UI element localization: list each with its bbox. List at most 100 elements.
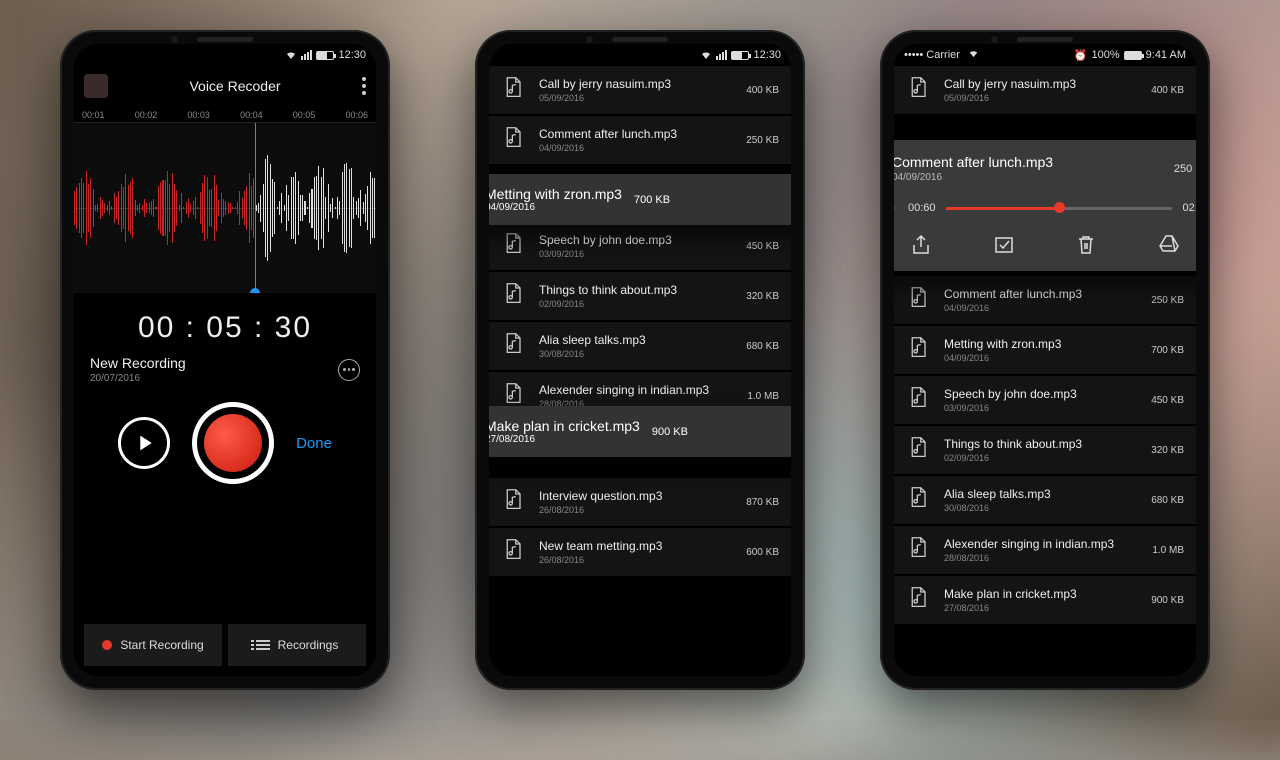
file-name: Speech by john doe.mp3 bbox=[944, 387, 1141, 401]
file-row[interactable]: New team metting.mp326/08/2016600 KB bbox=[489, 528, 791, 576]
status-bar: ••••• Carrier ⏰ 100% 9:41 AM bbox=[894, 44, 1196, 66]
file-date: 26/08/2016 bbox=[539, 505, 736, 515]
music-file-icon bbox=[906, 284, 934, 316]
file-row[interactable]: Speech by john doe.mp303/09/2016450 KB bbox=[489, 222, 791, 270]
file-size: 700 KB bbox=[634, 194, 670, 206]
select-icon[interactable] bbox=[993, 233, 1015, 255]
file-size: 680 KB bbox=[746, 341, 779, 352]
file-row[interactable]: Comment after lunch.mp304/09/2016250 KB bbox=[894, 276, 1196, 324]
file-row-highlight[interactable]: Metting with zron.mp3 04/09/2016 700 KB bbox=[489, 174, 791, 225]
file-date: 03/09/2016 bbox=[944, 403, 1141, 413]
file-size: 450 KB bbox=[746, 241, 779, 252]
file-row[interactable]: Alexender singing in indian.mp328/08/201… bbox=[894, 526, 1196, 574]
music-file-icon bbox=[501, 330, 529, 362]
status-time: 12:30 bbox=[753, 49, 781, 61]
file-size: 680 KB bbox=[1151, 495, 1184, 506]
tab-start-recording[interactable]: Start Recording bbox=[84, 624, 222, 666]
file-row[interactable]: Things to think about.mp302/09/2016320 K… bbox=[894, 426, 1196, 474]
overflow-menu-icon[interactable] bbox=[362, 77, 366, 95]
status-time: 12:30 bbox=[338, 49, 366, 61]
done-button[interactable]: Done bbox=[296, 435, 332, 452]
file-name: Comment after lunch.mp3 bbox=[944, 287, 1141, 301]
time-ruler: 00:0100:0200:0300:0400:0500:06 bbox=[74, 106, 376, 123]
file-date: 30/08/2016 bbox=[944, 503, 1141, 513]
file-size: 900 KB bbox=[652, 426, 688, 438]
time-total: 02:30 bbox=[1182, 202, 1196, 214]
file-row[interactable]: Alia sleep talks.mp330/08/2016680 KB bbox=[489, 322, 791, 370]
record-button[interactable] bbox=[192, 402, 274, 484]
wifi-icon bbox=[285, 49, 297, 61]
tab-start-label: Start Recording bbox=[120, 638, 203, 652]
file-date: 04/09/2016 bbox=[539, 143, 736, 153]
file-name: New team metting.mp3 bbox=[539, 539, 736, 553]
battery-icon bbox=[1124, 51, 1142, 60]
more-options-icon[interactable] bbox=[338, 359, 360, 381]
file-row[interactable]: Call by jerry nasuim.mp305/09/2016400 KB bbox=[489, 66, 791, 114]
waveform[interactable] bbox=[74, 123, 376, 293]
battery-icon bbox=[316, 51, 334, 60]
file-date: 27/08/2016 bbox=[944, 603, 1141, 613]
file-size: 900 KB bbox=[1151, 595, 1184, 606]
trash-icon[interactable] bbox=[1075, 233, 1097, 255]
alarm-icon: ⏰ bbox=[1074, 49, 1088, 62]
phone-file-list: 12:30 Call by jerry nasuim.mp3 05/09/2016… bbox=[475, 30, 805, 690]
file-name: Alexender singing in indian.mp3 bbox=[539, 383, 737, 397]
file-name: Alexender singing in indian.mp3 bbox=[944, 537, 1142, 551]
recording-date: 20/07/2016 bbox=[90, 373, 186, 384]
file-name: Call by jerry nasuim.mp3 bbox=[539, 77, 736, 91]
file-row[interactable]: Metting with zron.mp304/09/2016700 KB bbox=[894, 326, 1196, 374]
music-file-icon bbox=[501, 280, 529, 312]
music-file-icon bbox=[906, 384, 934, 416]
file-date: 02/09/2016 bbox=[944, 453, 1141, 463]
file-row[interactable]: Interview question.mp326/08/2016870 KB bbox=[489, 478, 791, 526]
file-size: 870 KB bbox=[746, 497, 779, 508]
file-size: 1.0 MB bbox=[1152, 545, 1184, 556]
status-bar: 12:30 bbox=[489, 44, 791, 66]
page-title: Voice Recoder bbox=[118, 78, 352, 94]
file-row[interactable]: Alia sleep talks.mp3 30/08/2016 680 KB bbox=[894, 476, 1196, 524]
file-name: Make plan in cricket.mp3 bbox=[489, 418, 640, 434]
file-row[interactable]: Speech by john doe.mp3 03/09/2016 450 KB bbox=[894, 376, 1196, 424]
file-row[interactable]: Make plan in cricket.mp327/08/2016900 KB bbox=[894, 576, 1196, 624]
file-size: 450 KB bbox=[1151, 395, 1184, 406]
music-file-icon bbox=[501, 124, 529, 156]
wifi-icon bbox=[700, 49, 712, 61]
music-file-icon bbox=[906, 534, 934, 566]
file-row[interactable]: Comment after lunch.mp3 04/09/2016 250 KB bbox=[489, 116, 791, 164]
file-name: Speech by john doe.mp3 bbox=[539, 233, 736, 247]
file-size: 400 KB bbox=[1151, 85, 1184, 96]
music-file-icon bbox=[501, 536, 529, 568]
seek-bar[interactable] bbox=[946, 207, 1173, 210]
file-row[interactable]: Things to think about.mp302/09/2016320 K… bbox=[489, 272, 791, 320]
avatar[interactable] bbox=[84, 74, 108, 98]
file-date: 04/09/2016 bbox=[944, 353, 1141, 363]
player-overlay: Comment after lunch.mp3 04/09/2016 250 K… bbox=[894, 140, 1196, 271]
wifi-icon bbox=[968, 48, 979, 62]
file-size: 250 KB bbox=[746, 135, 779, 146]
file-size: 320 KB bbox=[746, 291, 779, 302]
drive-icon[interactable] bbox=[1158, 233, 1180, 255]
tab-recordings[interactable]: Recordings bbox=[228, 624, 366, 666]
file-date: 04/09/2016 bbox=[944, 303, 1141, 313]
tab-recordings-label: Recordings bbox=[278, 638, 339, 652]
file-row[interactable]: Call by jerry nasuim.mp3 05/09/2016 400 KB bbox=[894, 66, 1196, 114]
file-date: 05/09/2016 bbox=[539, 93, 736, 103]
file-name: Comment after lunch.mp3 bbox=[539, 127, 736, 141]
music-file-icon bbox=[906, 584, 934, 616]
play-icon[interactable] bbox=[894, 199, 898, 217]
player-size: 250 KB bbox=[1174, 163, 1196, 175]
music-file-icon bbox=[906, 334, 934, 366]
file-size: 700 KB bbox=[1151, 345, 1184, 356]
file-date: 05/09/2016 bbox=[944, 93, 1141, 103]
phone-player: ••••• Carrier ⏰ 100% 9:41 AM Call by jer… bbox=[880, 30, 1210, 690]
file-row-highlight[interactable]: Make plan in cricket.mp3 27/08/2016 900 … bbox=[489, 406, 791, 457]
music-file-icon bbox=[501, 230, 529, 262]
file-name: Alia sleep talks.mp3 bbox=[944, 487, 1141, 501]
play-button[interactable] bbox=[118, 417, 170, 469]
file-size: 320 KB bbox=[1151, 445, 1184, 456]
file-name: Call by jerry nasuim.mp3 bbox=[944, 77, 1141, 91]
share-icon[interactable] bbox=[910, 233, 932, 255]
recording-timer: 00 : 05 : 30 bbox=[74, 311, 376, 345]
file-name: Things to think about.mp3 bbox=[539, 283, 736, 297]
file-date: 27/08/2016 bbox=[489, 434, 640, 445]
